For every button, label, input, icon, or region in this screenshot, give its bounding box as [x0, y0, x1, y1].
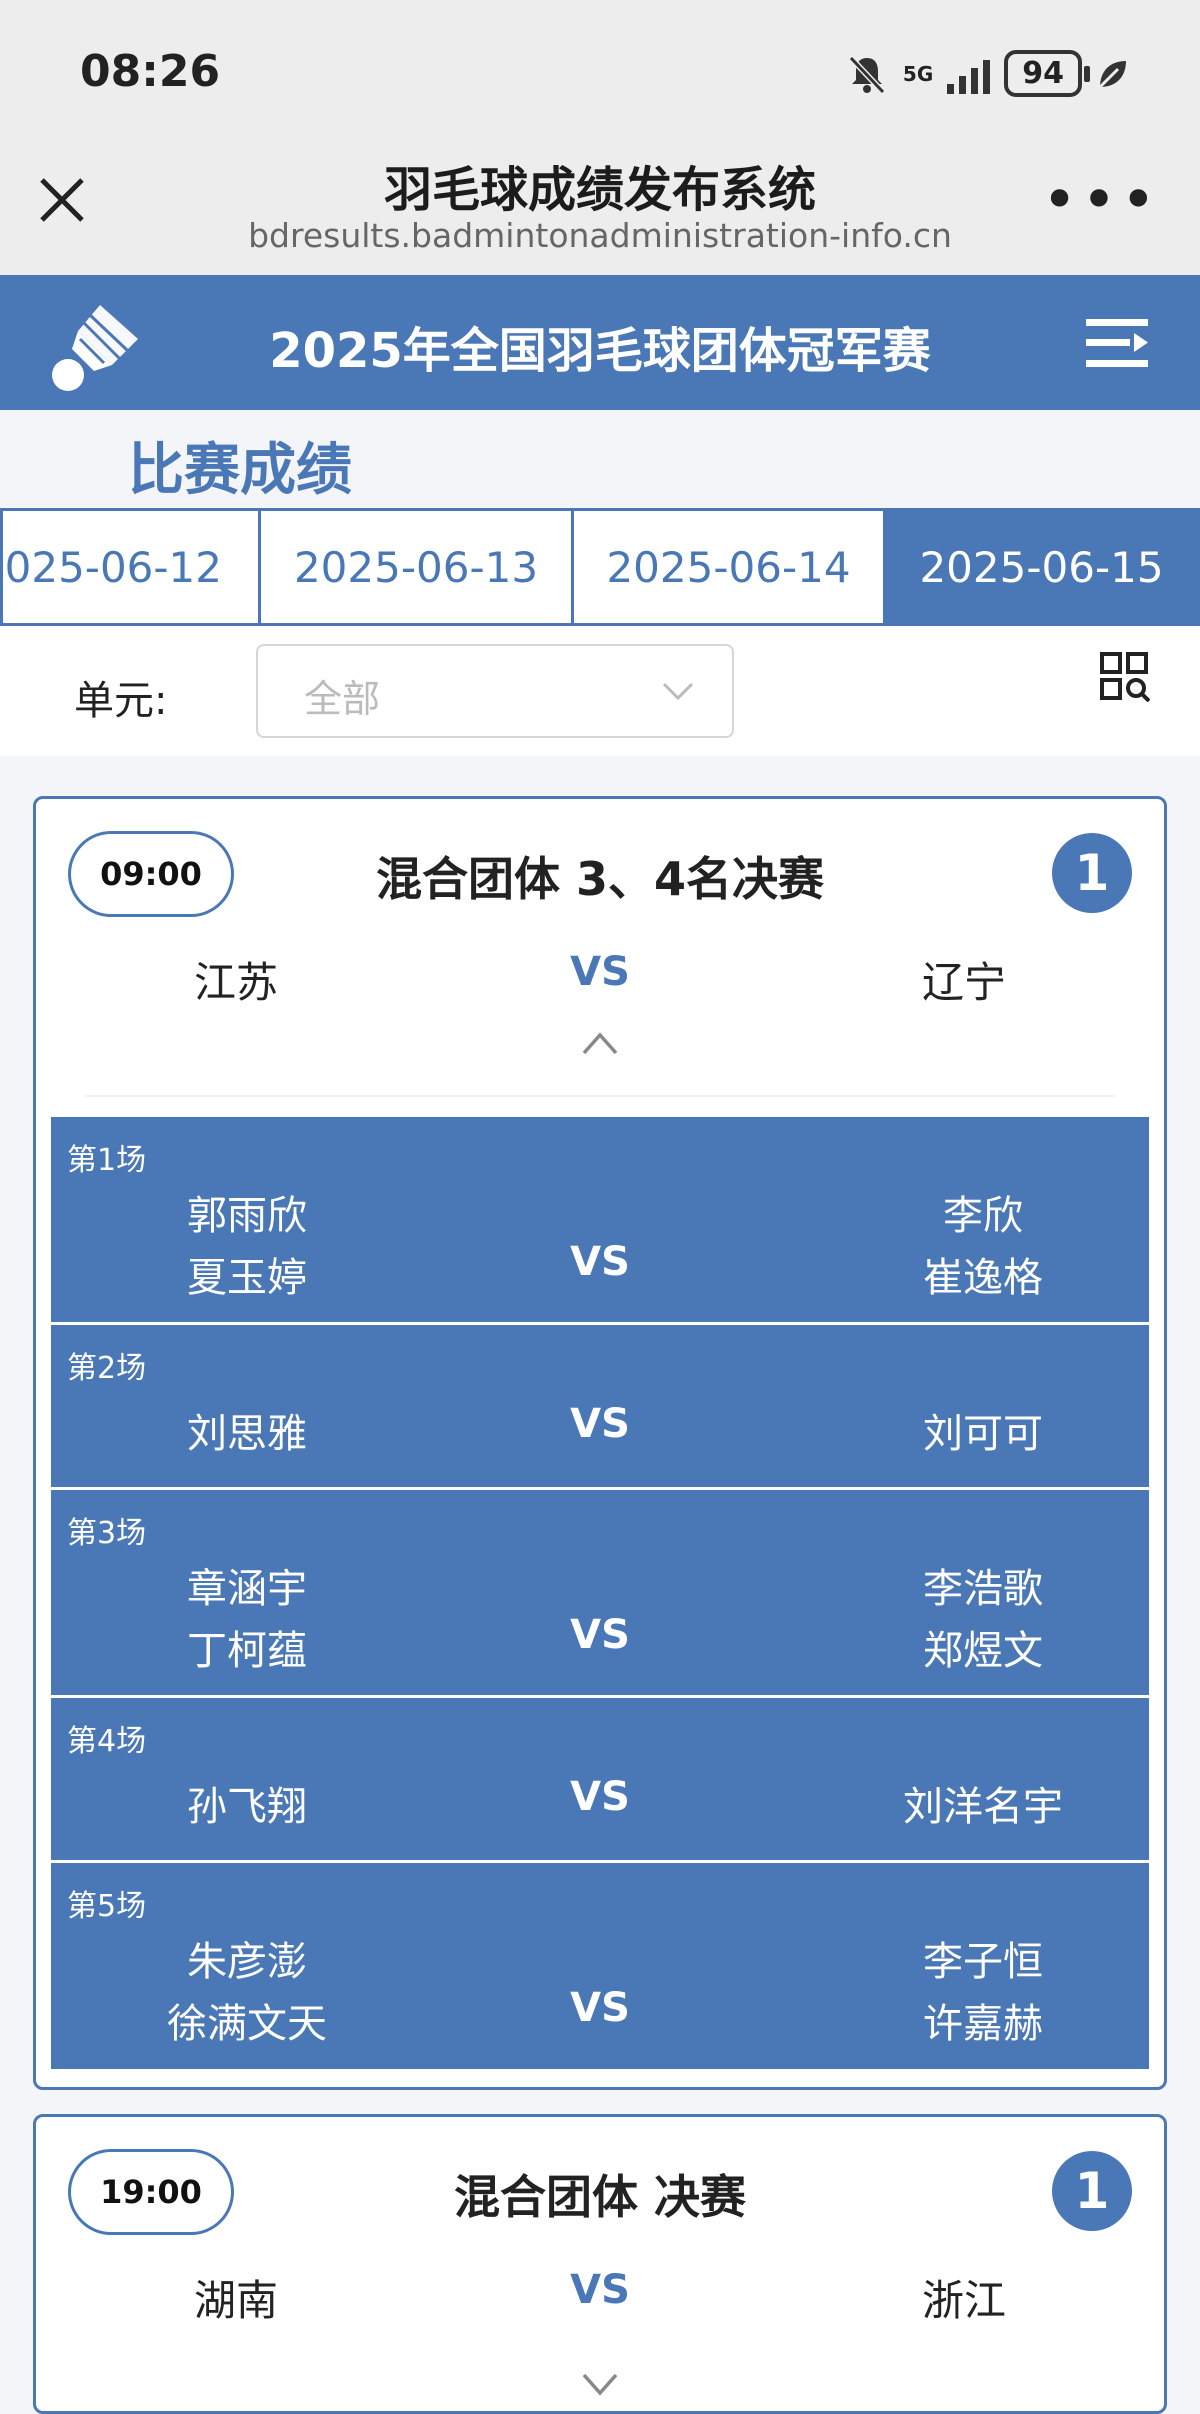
date-tab-2[interactable]: 2025-06-13 — [261, 511, 574, 623]
player-b1: 李子恒 — [923, 1939, 1043, 1985]
game-number: 第2场 — [67, 1351, 147, 1386]
game-number: 第4场 — [67, 1724, 147, 1759]
qr-search-icon[interactable] — [1100, 652, 1150, 702]
network-indicator: 5G — [903, 64, 933, 84]
menu-icon[interactable] — [1086, 317, 1148, 369]
player-b1: 李欣 — [943, 1193, 1023, 1239]
player-b1: 刘洋名宇 — [903, 1784, 1063, 1830]
game-row: 第4场 孙飞翔 VS 刘洋名宇 — [51, 1698, 1149, 1863]
chevron-down-icon[interactable] — [580, 2367, 620, 2399]
player-b2: 崔逸格 — [923, 1255, 1043, 1301]
game-row: 第3场 章涵宇 丁柯蕴 VS 李浩歌 郑煜文 — [51, 1490, 1149, 1698]
chevron-up-icon[interactable] — [580, 1027, 620, 1059]
battery-level: 94 — [1022, 56, 1064, 91]
game-list: 第1场 郭雨欣 夏玉婷 VS 李欣 崔逸格 第2场 刘思雅 VS 刘可可 第3场… — [51, 1117, 1149, 2069]
team-b: 浙江 — [921, 2276, 1006, 2325]
network-type: 5G — [902, 61, 934, 86]
player-a1: 郭雨欣 — [187, 1193, 307, 1239]
game-number: 第1场 — [67, 1143, 147, 1178]
game-row: 第1场 郭雨欣 夏玉婷 VS 李欣 崔逸格 — [51, 1117, 1149, 1325]
browser-url[interactable]: bdresults.badmintonadministration-info.c… — [0, 216, 1200, 255]
signal-icon — [947, 54, 991, 94]
player-b2: 许嘉赫 — [923, 2001, 1043, 2047]
leaf-icon — [1098, 60, 1126, 88]
player-a1: 朱彦澎 — [187, 1939, 307, 1985]
match-title: 混合团体 3、4名决赛 — [375, 852, 825, 906]
player-b1: 刘可可 — [923, 1411, 1043, 1457]
filter-row: 单元: 全部 — [0, 626, 1200, 756]
date-tab-1[interactable]: 2025-06-12 — [3, 511, 261, 623]
unit-select[interactable]: 全部 — [256, 644, 734, 738]
game-number: 第3场 — [67, 1516, 147, 1551]
game-row: 第5场 朱彦澎 徐满文天 VS 李子恒 许嘉赫 — [51, 1863, 1149, 2069]
game-row: 第2场 刘思雅 VS 刘可可 — [51, 1325, 1149, 1490]
status-bar: 08:26 5G 94 — [0, 0, 1200, 140]
section-title: 比赛成绩 — [128, 438, 352, 503]
more-menu-icon[interactable]: ••• — [1042, 170, 1160, 230]
date-tab-3[interactable]: 2025-06-14 — [574, 511, 886, 623]
date-tabs: 2025-06-12 2025-06-13 2025-06-14 2025-06… — [0, 508, 1200, 626]
status-time: 08:26 — [80, 46, 221, 97]
player-a1: 章涵宇 — [187, 1566, 307, 1612]
court-number-badge: 1 — [1052, 2151, 1132, 2231]
status-icons: 5G 94 — [845, 50, 1130, 97]
card-divider — [86, 1095, 1114, 1097]
match-card[interactable]: 19:00 混合团体 决赛 1 湖南 VS 浙江 — [33, 2114, 1167, 2414]
date-tab-4-active[interactable]: 2025-06-15 — [886, 511, 1197, 623]
browser-bar: 羽毛球成绩发布系统 bdresults.badmintonadministrat… — [0, 140, 1200, 275]
battery-icon: 94 — [1004, 50, 1090, 97]
app-header: 2025年全国羽毛球团体冠军赛 — [0, 275, 1200, 410]
browser-title: 羽毛球成绩发布系统 — [383, 162, 816, 218]
match-card[interactable]: 09:00 混合团体 3、4名决赛 1 江苏 VS 辽宁 第1场 郭雨欣 夏玉婷… — [33, 796, 1167, 2090]
app-title: 2025年全国羽毛球团体冠军赛 — [269, 323, 931, 379]
unit-select-value: 全部 — [304, 677, 381, 721]
player-b2: 郑煜文 — [923, 1628, 1043, 1674]
mute-bell-icon — [848, 55, 886, 94]
match-title: 混合团体 决赛 — [453, 2170, 746, 2224]
chevron-down-icon — [662, 682, 694, 701]
game-number: 第5场 — [67, 1889, 147, 1924]
player-b1: 李浩歌 — [923, 1566, 1043, 1612]
filter-label: 单元: — [74, 678, 168, 724]
court-number-badge: 1 — [1052, 833, 1132, 913]
team-b: 辽宁 — [921, 958, 1006, 1007]
